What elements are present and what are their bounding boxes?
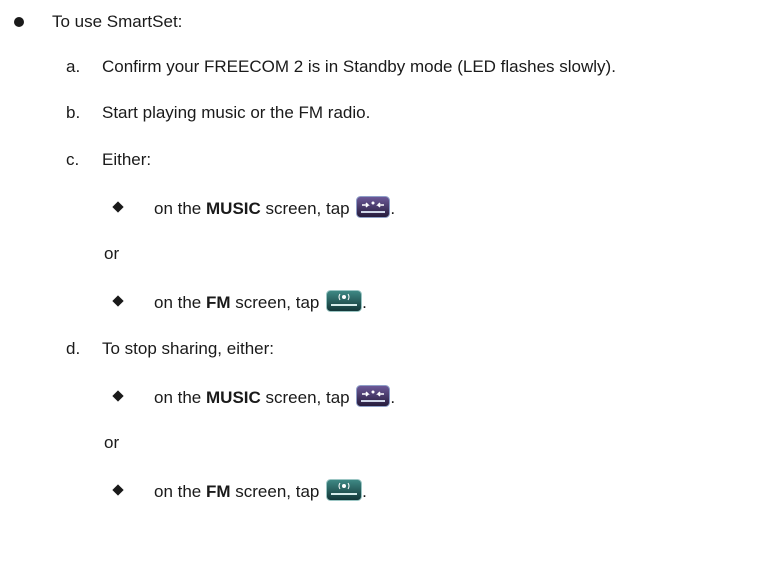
screen-name: FM <box>206 293 231 312</box>
step-marker: d. <box>66 339 81 358</box>
screen-name: MUSIC <box>206 388 261 407</box>
step-text: To stop sharing, either: <box>102 339 274 358</box>
diamond-bullet-icon <box>112 484 124 496</box>
diamond-bullet-icon <box>112 201 124 213</box>
step-marker: c. <box>66 150 80 169</box>
step-marker: b. <box>66 103 81 122</box>
sub-item-text: on the MUSIC screen, tap . <box>154 196 395 220</box>
step-text: Confirm your FREECOM 2 is in Standby mod… <box>102 57 616 76</box>
or-text: or <box>104 433 120 452</box>
music-sharing-icon <box>356 196 391 218</box>
bullet-dot <box>14 17 24 27</box>
sub-item-text: on the FM screen, tap . <box>154 290 367 314</box>
auto-tuning-icon <box>326 290 363 312</box>
screen-name: MUSIC <box>206 199 261 218</box>
step-text: Start playing music or the FM radio. <box>102 103 371 122</box>
auto-tuning-icon <box>326 479 363 501</box>
music-sharing-icon <box>356 385 391 407</box>
diamond-bullet-icon <box>112 390 124 402</box>
or-text: or <box>104 244 120 263</box>
sub-item-text: on the FM screen, tap . <box>154 479 367 503</box>
step-text: Either: <box>102 150 152 169</box>
diamond-bullet-icon <box>112 295 124 307</box>
step-marker: a. <box>66 57 81 76</box>
screen-name: FM <box>206 482 231 501</box>
sub-item-text: on the MUSIC screen, tap . <box>154 385 395 409</box>
intro-text: To use SmartSet: <box>52 12 183 31</box>
